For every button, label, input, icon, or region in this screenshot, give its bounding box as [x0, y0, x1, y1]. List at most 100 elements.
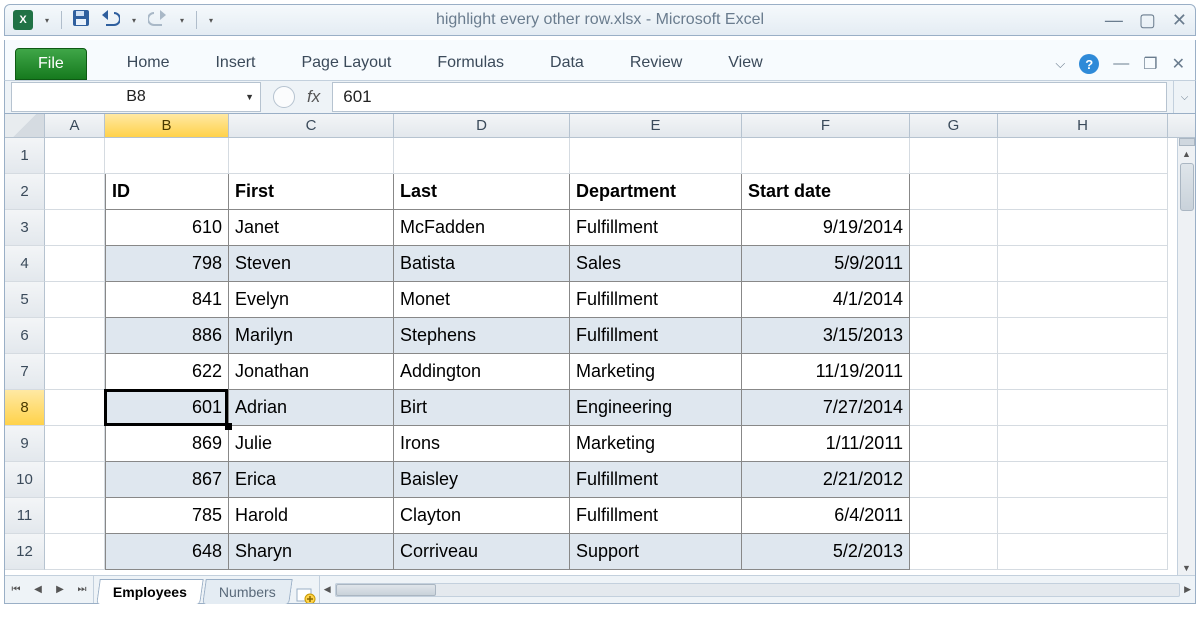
cell[interactable]	[570, 138, 742, 174]
cell[interactable]	[45, 462, 105, 498]
cell[interactable]: Adrian	[229, 390, 394, 426]
help-icon[interactable]: ?	[1079, 54, 1099, 74]
row-header[interactable]: 5	[5, 282, 45, 318]
cell[interactable]: Evelyn	[229, 282, 394, 318]
table-header[interactable]: Department	[570, 174, 742, 210]
table-header[interactable]: First	[229, 174, 394, 210]
row-header[interactable]: 2	[5, 174, 45, 210]
close-icon[interactable]: ✕	[1172, 11, 1187, 29]
undo-icon[interactable]	[100, 10, 120, 31]
tab-home[interactable]: Home	[127, 54, 170, 72]
cell[interactable]	[45, 390, 105, 426]
cell[interactable]: Erica	[229, 462, 394, 498]
cell[interactable]: Corriveau	[394, 534, 570, 570]
cell[interactable]	[910, 174, 998, 210]
cell[interactable]	[229, 138, 394, 174]
table-header[interactable]: Start date	[742, 174, 910, 210]
formula-bar[interactable]: 601	[332, 82, 1167, 112]
cell[interactable]	[742, 138, 910, 174]
row-header[interactable]: 1	[5, 138, 45, 174]
row-header[interactable]: 10	[5, 462, 45, 498]
cell[interactable]	[45, 174, 105, 210]
cell[interactable]: Jonathan	[229, 354, 394, 390]
cell[interactable]: Sharyn	[229, 534, 394, 570]
redo-icon[interactable]	[148, 10, 168, 31]
cell[interactable]: 5/2/2013	[742, 534, 910, 570]
cell[interactable]: 5/9/2011	[742, 246, 910, 282]
hscroll-thumb[interactable]	[336, 584, 436, 596]
cell[interactable]: Clayton	[394, 498, 570, 534]
tab-page-layout[interactable]: Page Layout	[301, 54, 391, 72]
cell[interactable]	[998, 354, 1168, 390]
cell[interactable]	[910, 462, 998, 498]
cell[interactable]: 785	[105, 498, 229, 534]
cell[interactable]	[910, 138, 998, 174]
cell[interactable]: 886	[105, 318, 229, 354]
cell[interactable]: 798	[105, 246, 229, 282]
scroll-down-icon[interactable]: ▼	[1182, 561, 1191, 575]
first-sheet-icon[interactable]: ⏮	[5, 584, 27, 595]
cell[interactable]	[998, 174, 1168, 210]
scroll-thumb[interactable]	[1180, 163, 1194, 211]
cell[interactable]: Harold	[229, 498, 394, 534]
cell[interactable]	[998, 282, 1168, 318]
save-icon[interactable]	[72, 9, 90, 32]
row-header[interactable]: 8	[5, 390, 45, 426]
cell[interactable]: 1/11/2011	[742, 426, 910, 462]
cell[interactable]	[105, 138, 229, 174]
redo-dropdown-icon[interactable]: ▾	[178, 16, 186, 25]
cell[interactable]: Marilyn	[229, 318, 394, 354]
cell[interactable]	[910, 282, 998, 318]
excel-icon[interactable]: X	[13, 10, 33, 30]
table-header[interactable]: ID	[105, 174, 229, 210]
cell[interactable]: Fulfillment	[570, 462, 742, 498]
undo-dropdown-icon[interactable]: ▾	[130, 16, 138, 25]
minimize-icon[interactable]: —	[1105, 11, 1123, 29]
cell[interactable]	[910, 390, 998, 426]
cell[interactable]	[910, 210, 998, 246]
cell[interactable]	[998, 390, 1168, 426]
cell[interactable]: 3/15/2013	[742, 318, 910, 354]
horizontal-scrollbar[interactable]: ◀ ▶	[319, 576, 1195, 603]
cell[interactable]: Marketing	[570, 426, 742, 462]
cell[interactable]: Irons	[394, 426, 570, 462]
cell[interactable]: Fulfillment	[570, 282, 742, 318]
cell[interactable]: Fulfillment	[570, 498, 742, 534]
scroll-right-icon[interactable]: ▶	[1184, 584, 1191, 595]
col-header-B[interactable]: B	[105, 114, 229, 137]
cell[interactable]	[45, 282, 105, 318]
cell[interactable]: 648	[105, 534, 229, 570]
cell[interactable]	[45, 534, 105, 570]
row-header[interactable]: 4	[5, 246, 45, 282]
cell[interactable]	[910, 246, 998, 282]
cell[interactable]: Batista	[394, 246, 570, 282]
col-header-D[interactable]: D	[394, 114, 570, 137]
tab-insert[interactable]: Insert	[215, 54, 255, 72]
cell[interactable]	[394, 138, 570, 174]
tab-review[interactable]: Review	[630, 54, 682, 72]
new-sheet-icon[interactable]	[293, 587, 319, 603]
row-header[interactable]: 11	[5, 498, 45, 534]
cell[interactable]: Birt	[394, 390, 570, 426]
col-header-C[interactable]: C	[229, 114, 394, 137]
cell[interactable]: 11/19/2011	[742, 354, 910, 390]
vertical-scrollbar[interactable]: ▲ ▼	[1177, 138, 1195, 575]
name-box-dropdown-icon[interactable]: ▼	[245, 92, 254, 102]
formula-bar-expand-icon[interactable]: ⌵	[1173, 81, 1195, 113]
cell[interactable]: Monet	[394, 282, 570, 318]
tab-view[interactable]: View	[728, 54, 762, 72]
ribbon-minimize-icon[interactable]: ⌵	[1055, 56, 1065, 72]
cell[interactable]	[45, 426, 105, 462]
file-tab[interactable]: File	[15, 48, 87, 80]
cancel-entry-icon[interactable]	[273, 86, 295, 108]
cell[interactable]: 841	[105, 282, 229, 318]
qat-dropdown-icon[interactable]: ▾	[43, 16, 51, 25]
row-header[interactable]: 9	[5, 426, 45, 462]
cell[interactable]	[910, 318, 998, 354]
fill-handle[interactable]	[225, 423, 232, 430]
cell[interactable]	[45, 354, 105, 390]
cell[interactable]	[45, 246, 105, 282]
cell[interactable]	[998, 462, 1168, 498]
cell[interactable]: 869	[105, 426, 229, 462]
cell[interactable]	[998, 534, 1168, 570]
